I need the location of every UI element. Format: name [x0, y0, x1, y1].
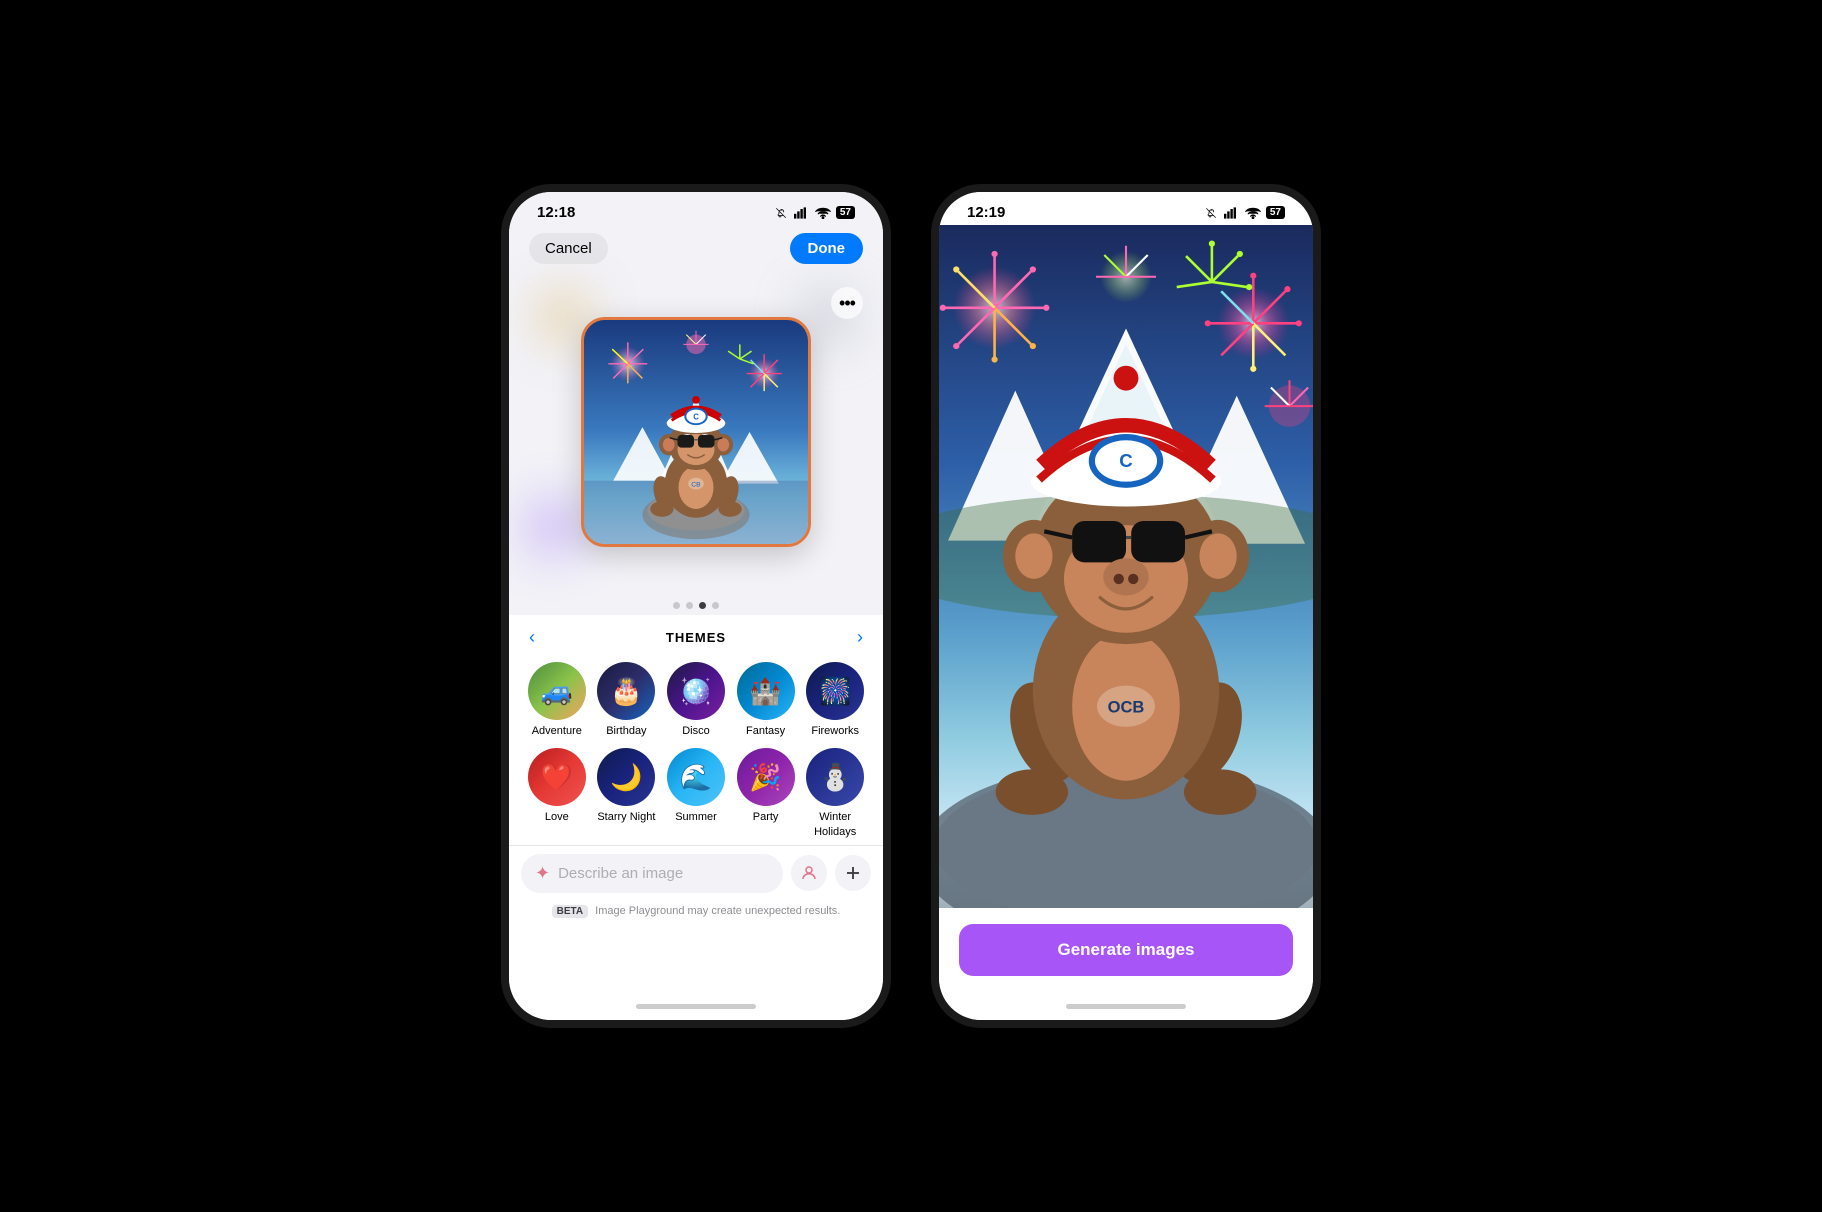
- main-image-card: C CB: [581, 317, 811, 547]
- home-indicator-left: [509, 992, 883, 1020]
- battery-left: 57: [836, 206, 855, 219]
- theme-label-starry: Starry Night: [597, 810, 655, 824]
- done-button[interactable]: Done: [790, 233, 864, 264]
- time-left: 12:18: [537, 204, 575, 221]
- input-field-wrap[interactable]: ✦ Describe an image: [521, 854, 783, 893]
- theme-circle-summer: 🌊: [667, 748, 725, 806]
- cancel-button[interactable]: Cancel: [529, 233, 608, 264]
- home-bar-left: [636, 1004, 756, 1009]
- themes-header: ‹ THEMES ›: [509, 615, 883, 656]
- wifi-icon-right: [1245, 207, 1261, 219]
- theme-item-winter[interactable]: ⛄ Winter Holidays: [803, 748, 867, 839]
- status-icons-left: 57: [773, 206, 855, 219]
- generate-btn-area: Generate images: [939, 908, 1313, 992]
- theme-circle-fireworks: 🎆: [806, 662, 864, 720]
- dot-1[interactable]: [673, 602, 680, 609]
- theme-item-starry[interactable]: 🌙 Starry Night: [595, 748, 659, 839]
- input-placeholder: Describe an image: [558, 865, 769, 882]
- pagination-dots: [509, 592, 883, 615]
- theme-label-winter: Winter Holidays: [803, 810, 867, 839]
- dot-3[interactable]: [699, 602, 706, 609]
- beta-badge: BETA: [552, 905, 588, 918]
- status-bar-right: 12:19 57: [939, 192, 1313, 225]
- theme-circle-winter: ⛄: [806, 748, 864, 806]
- signal-icon-right: [1224, 207, 1240, 219]
- left-phone: 12:18 57 Cancel Done: [501, 184, 891, 1028]
- more-button[interactable]: •••: [831, 287, 863, 319]
- themes-title: THEMES: [666, 630, 726, 645]
- theme-label-summer: Summer: [675, 810, 717, 824]
- wifi-icon: [815, 207, 831, 219]
- orb-purple: [529, 502, 579, 552]
- home-bar-right: [1066, 1004, 1186, 1009]
- svg-text:CB: CB: [691, 482, 701, 489]
- theme-item-birthday[interactable]: 🎂 Birthday: [595, 662, 659, 738]
- theme-item-disco[interactable]: 🪩 Disco: [664, 662, 728, 738]
- theme-label-birthday: Birthday: [606, 724, 646, 738]
- home-indicator-right: [939, 992, 1313, 1020]
- theme-grid: 🚙 Adventure 🎂 Birthday 🪩 Disco 🏰 Fantasy…: [509, 656, 883, 845]
- generate-images-button[interactable]: Generate images: [959, 924, 1293, 976]
- dot-4[interactable]: [712, 602, 719, 609]
- plus-icon: [844, 864, 862, 882]
- theme-item-party[interactable]: 🎉 Party: [734, 748, 798, 839]
- top-nav: Cancel Done: [509, 225, 883, 272]
- theme-circle-birthday: 🎂: [597, 662, 655, 720]
- theme-label-fantasy: Fantasy: [746, 724, 785, 738]
- theme-circle-love: ❤️: [528, 748, 586, 806]
- image-preview-area: •••: [509, 272, 883, 592]
- theme-label-party: Party: [753, 810, 779, 824]
- battery-right: 57: [1266, 206, 1285, 219]
- svg-text:C: C: [1119, 450, 1132, 471]
- theme-item-fantasy[interactable]: 🏰 Fantasy: [734, 662, 798, 738]
- theme-circle-adventure: 🚙: [528, 662, 586, 720]
- theme-label-love: Love: [545, 810, 569, 824]
- theme-item-adventure[interactable]: 🚙 Adventure: [525, 662, 589, 738]
- themes-prev-button[interactable]: ‹: [529, 627, 535, 648]
- large-monkey-scene: C OCB: [939, 225, 1313, 908]
- theme-label-adventure: Adventure: [532, 724, 582, 738]
- themes-section: ‹ THEMES › 🚙 Adventure 🎂 Birthday 🪩 Disc…: [509, 615, 883, 992]
- right-phone: 12:19 57: [931, 184, 1321, 1028]
- input-bar: ✦ Describe an image: [509, 845, 883, 901]
- svg-text:OCB: OCB: [1108, 697, 1145, 716]
- add-button[interactable]: [835, 855, 871, 891]
- status-icons-right: 57: [1203, 206, 1285, 219]
- person-icon: [800, 864, 818, 882]
- theme-item-love[interactable]: ❤️ Love: [525, 748, 589, 839]
- status-bar-left: 12:18 57: [509, 192, 883, 225]
- theme-circle-starry: 🌙: [597, 748, 655, 806]
- dot-2[interactable]: [686, 602, 693, 609]
- bell-muted-icon: [773, 207, 789, 219]
- theme-label-disco: Disco: [682, 724, 710, 738]
- themes-next-button[interactable]: ›: [857, 627, 863, 648]
- theme-circle-party: 🎉: [737, 748, 795, 806]
- full-image-area: C OCB: [939, 225, 1313, 908]
- theme-circle-fantasy: 🏰: [737, 662, 795, 720]
- theme-item-fireworks[interactable]: 🎆 Fireworks: [803, 662, 867, 738]
- theme-label-fireworks: Fireworks: [811, 724, 859, 738]
- person-button[interactable]: [791, 855, 827, 891]
- playground-icon: ✦: [535, 863, 550, 884]
- theme-circle-disco: 🪩: [667, 662, 725, 720]
- svg-text:C: C: [693, 412, 699, 421]
- time-right: 12:19: [967, 204, 1005, 221]
- monkey-scene-small: C CB: [584, 320, 808, 544]
- theme-item-summer[interactable]: 🌊 Summer: [664, 748, 728, 839]
- bell-muted-icon-right: [1203, 207, 1219, 219]
- signal-icon: [794, 207, 810, 219]
- beta-text: Image Playground may create unexpected r…: [595, 905, 840, 917]
- beta-bar: BETA Image Playground may create unexpec…: [509, 901, 883, 925]
